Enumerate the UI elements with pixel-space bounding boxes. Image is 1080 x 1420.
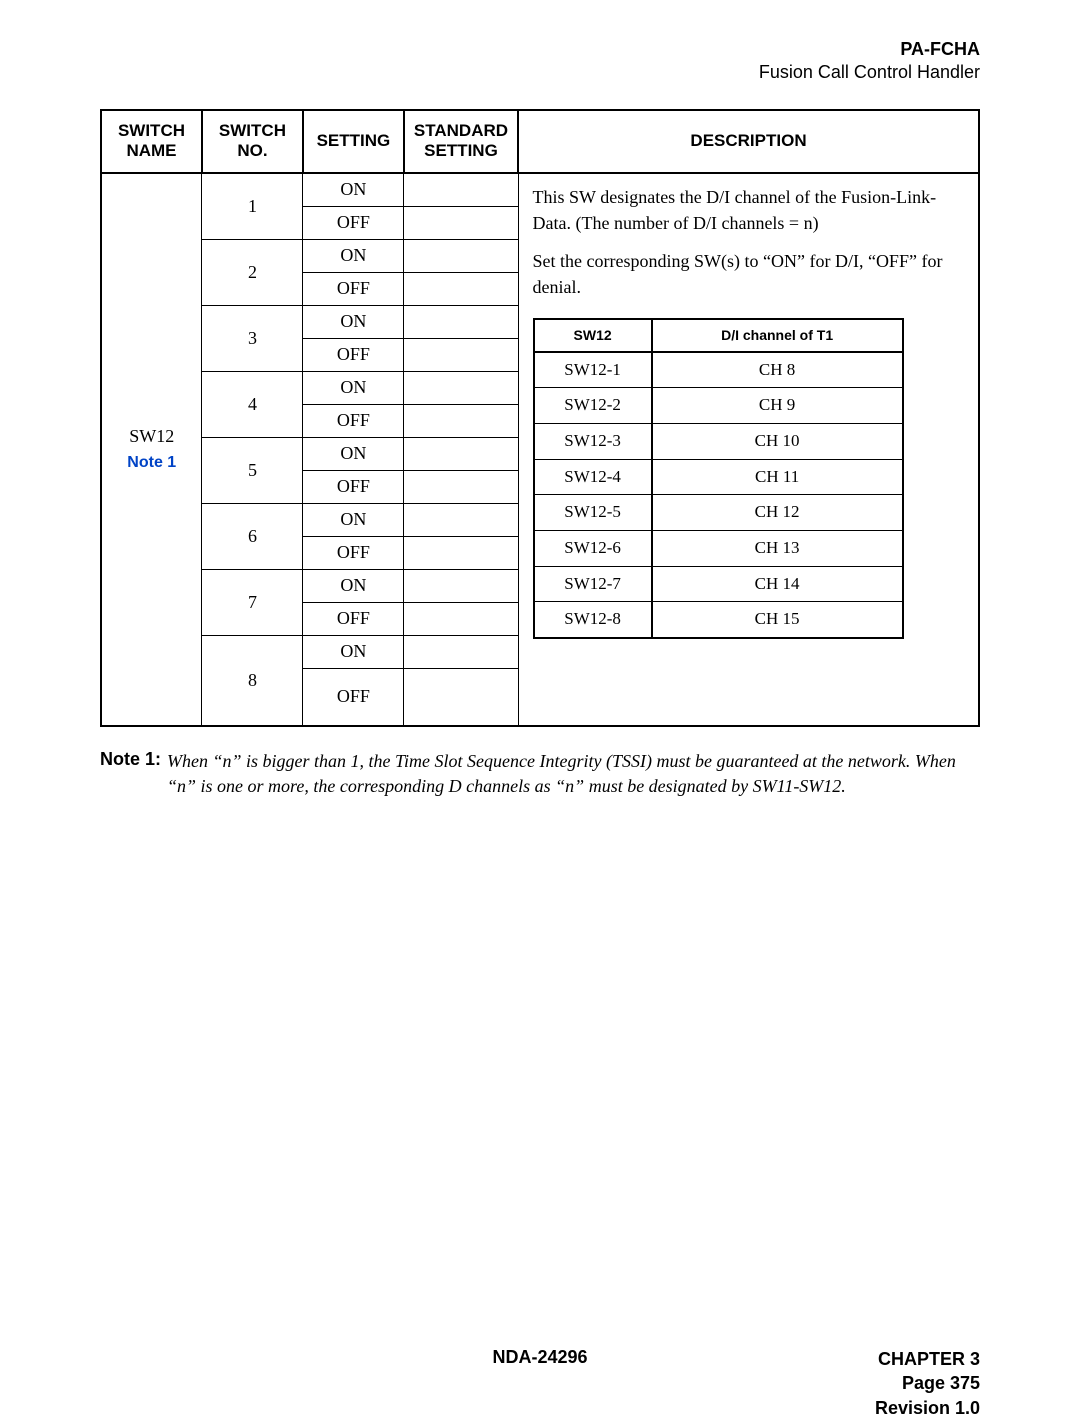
setting-on: ON	[303, 305, 404, 338]
switch-no-cell: 5	[202, 437, 303, 503]
inner-cell: SW12-1	[534, 352, 652, 388]
note-1-label: Note 1:	[100, 749, 161, 799]
setting-on: ON	[303, 569, 404, 602]
switch-no-cell: 8	[202, 635, 303, 726]
inner-cell: CH 13	[652, 530, 903, 566]
setting-off: OFF	[303, 470, 404, 503]
inner-cell: SW12-6	[534, 530, 652, 566]
inner-cell: CH 9	[652, 388, 903, 424]
inner-cell: CH 15	[652, 602, 903, 638]
switch-no-cell: 6	[202, 503, 303, 569]
inner-cell: CH 12	[652, 495, 903, 531]
th-switch-no: SWITCH NO.	[202, 110, 303, 173]
inner-th-di: D/I channel of T1	[652, 319, 903, 352]
footer-revision: Revision 1.0	[875, 1396, 980, 1420]
std-cell	[404, 437, 518, 470]
std-cell	[404, 206, 518, 239]
page-header: PA-FCHA Fusion Call Control Handler	[100, 38, 980, 85]
setting-on: ON	[303, 437, 404, 470]
header-code: PA-FCHA	[100, 38, 980, 61]
inner-cell: SW12-5	[534, 495, 652, 531]
inner-cell: CH 8	[652, 352, 903, 388]
inner-th-sw12: SW12	[534, 319, 652, 352]
switch-no-cell: 3	[202, 305, 303, 371]
std-cell	[404, 635, 518, 668]
th-description: DESCRIPTION	[518, 110, 979, 173]
switch-no-cell: 7	[202, 569, 303, 635]
setting-on: ON	[303, 503, 404, 536]
setting-on: ON	[303, 371, 404, 404]
setting-off: OFF	[303, 536, 404, 569]
setting-off: OFF	[303, 404, 404, 437]
inner-cell: SW12-2	[534, 388, 652, 424]
desc-paragraph-2: Set the corresponding SW(s) to “ON” for …	[533, 248, 964, 300]
inner-cell: SW12-3	[534, 424, 652, 460]
th-switch-name: SWITCH NAME	[101, 110, 202, 173]
std-cell	[404, 470, 518, 503]
th-setting: SETTING	[303, 110, 404, 173]
switch-table: SWITCH NAME SWITCH NO. SETTING STANDARD …	[100, 109, 980, 727]
std-cell	[404, 602, 518, 635]
footer-right: CHAPTER 3 Page 375 Revision 1.0	[875, 1347, 980, 1420]
switch-no-cell: 4	[202, 371, 303, 437]
std-cell	[404, 305, 518, 338]
th-std-setting: STANDARD SETTING	[404, 110, 518, 173]
note-1-text: When “n” is bigger than 1, the Time Slot…	[167, 749, 980, 799]
setting-on: ON	[303, 635, 404, 668]
inner-cell: SW12-8	[534, 602, 652, 638]
switch-no-cell: 1	[202, 173, 303, 240]
std-cell	[404, 173, 518, 207]
di-channel-table: SW12 D/I channel of T1 SW12-1CH 8 SW12-2…	[533, 318, 904, 639]
desc-paragraph-1: This SW designates the D/I channel of th…	[533, 184, 964, 236]
inner-cell: SW12-4	[534, 459, 652, 495]
footer-page: Page 375	[875, 1371, 980, 1395]
setting-off: OFF	[303, 338, 404, 371]
footer-doc-number: NDA-24296	[100, 1347, 980, 1368]
setting-off: OFF	[303, 272, 404, 305]
note-1-link[interactable]: Note 1	[127, 454, 176, 471]
std-cell	[404, 668, 518, 726]
setting-on: ON	[303, 173, 404, 207]
switch-name-cell: SW12 Note 1	[101, 173, 202, 726]
description-cell: This SW designates the D/I channel of th…	[518, 173, 979, 726]
inner-cell: CH 14	[652, 566, 903, 602]
setting-on: ON	[303, 239, 404, 272]
inner-cell: CH 11	[652, 459, 903, 495]
std-cell	[404, 536, 518, 569]
std-cell	[404, 272, 518, 305]
std-cell	[404, 404, 518, 437]
setting-off: OFF	[303, 668, 404, 726]
page: PA-FCHA Fusion Call Control Handler SWIT…	[0, 0, 1080, 1397]
inner-cell: SW12-7	[534, 566, 652, 602]
std-cell	[404, 239, 518, 272]
footer-chapter: CHAPTER 3	[875, 1347, 980, 1371]
std-cell	[404, 503, 518, 536]
std-cell	[404, 569, 518, 602]
std-cell	[404, 338, 518, 371]
inner-cell: CH 10	[652, 424, 903, 460]
switch-name-text: SW12	[129, 426, 174, 446]
note-1: Note 1: When “n” is bigger than 1, the T…	[100, 749, 980, 799]
header-subtitle: Fusion Call Control Handler	[100, 61, 980, 84]
std-cell	[404, 371, 518, 404]
switch-no-cell: 2	[202, 239, 303, 305]
setting-off: OFF	[303, 602, 404, 635]
setting-off: OFF	[303, 206, 404, 239]
